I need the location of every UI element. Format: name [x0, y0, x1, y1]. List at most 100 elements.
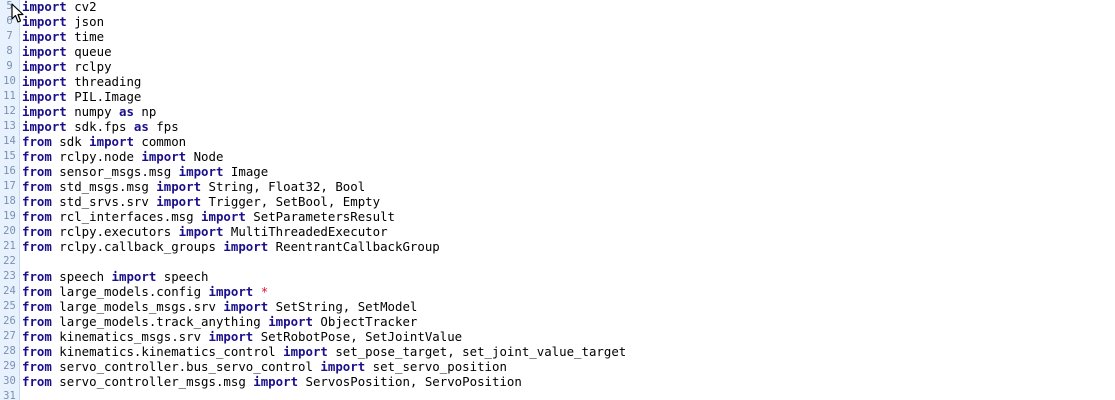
code-line[interactable]: 29 from servo_controller.bus_servo_contro… [0, 359, 1115, 374]
code-line[interactable]: 18 from std_srvs.srv import Trigger, SetB… [0, 194, 1115, 209]
keyword-token: import [89, 134, 134, 149]
plain-token: cv2 [66, 0, 97, 14]
keyword-token: import [178, 224, 224, 239]
keyword-token: import [22, 44, 67, 59]
keyword-token: from [22, 224, 52, 239]
keyword-token: from [22, 239, 52, 254]
keyword-token: import [253, 374, 299, 389]
keyword-token: import [156, 179, 202, 194]
line-number: 19 [3, 210, 16, 222]
keyword-token: as [133, 119, 149, 134]
code-editor[interactable]: 5 import cv2 6 import json 7 import time 8 impo… [0, 0, 1115, 400]
plain-token: large_models_msgs.srv [51, 299, 224, 314]
code-text: from sdk import common [22, 134, 186, 149]
line-number: 11 [3, 90, 16, 102]
code-line[interactable]: 7 import time [0, 29, 1115, 44]
code-line[interactable]: 12 import numpy as np [0, 104, 1115, 119]
keyword-token: import [268, 314, 313, 329]
code-line[interactable]: 28 from kinematics.kinematics_control imp… [0, 344, 1115, 359]
code-text: from kinematics_msgs.srv import SetRobot… [22, 329, 462, 344]
keyword-token: from [22, 194, 52, 209]
code-line[interactable]: 30 from servo_controller_msgs.msg import … [0, 374, 1115, 389]
code-text: from large_models.config import * [22, 284, 268, 299]
line-number: 21 [3, 240, 16, 252]
plain-token: fps [148, 119, 179, 134]
operator-token: * [260, 284, 269, 299]
line-number: 15 [3, 150, 16, 162]
plain-token: numpy [66, 104, 119, 119]
keyword-token: import [320, 359, 366, 374]
code-line[interactable]: 8 import queue [0, 44, 1115, 59]
plain-token: queue [66, 44, 112, 59]
plain-token: common [133, 134, 187, 149]
plain-token: speech [51, 269, 112, 284]
keyword-token: import [208, 284, 254, 299]
plain-token: set_pose_target, set_joint_value_target [327, 344, 627, 359]
keyword-token: import [223, 239, 269, 254]
code-line[interactable]: 16 from sensor_msgs.msg import Image [0, 164, 1115, 179]
plain-token: SetRobotPose, SetJointValue [253, 329, 463, 344]
keyword-token: import [22, 59, 67, 74]
line-number: 28 [3, 345, 16, 357]
code-text: import queue [22, 44, 112, 59]
line-number: 7 [6, 30, 13, 42]
line-number: 27 [3, 330, 16, 342]
line-number: 16 [3, 165, 16, 177]
keyword-token: import [22, 74, 67, 89]
keyword-token: from [22, 209, 52, 224]
keyword-token: from [22, 359, 52, 374]
code-text: from std_srvs.srv import Trigger, SetBoo… [22, 194, 380, 209]
plain-token: threading [66, 74, 142, 89]
code-line[interactable]: 13 import sdk.fps as fps [0, 119, 1115, 134]
line-number: 17 [3, 180, 16, 192]
code-line[interactable]: 10 import threading [0, 74, 1115, 89]
keyword-token: import [22, 29, 67, 44]
code-line[interactable]: 23 from speech import speech [0, 269, 1115, 284]
plain-token: rclpy [66, 59, 112, 74]
code-line[interactable]: 19 from rcl_interfaces.msg import SetPara… [0, 209, 1115, 224]
code-line[interactable]: 31 [0, 389, 1115, 400]
plain-token: servo_controller.bus_servo_control [51, 359, 321, 374]
code-text: from rcl_interfaces.msg import SetParame… [22, 209, 395, 224]
code-line[interactable]: 9 import rclpy [0, 59, 1115, 74]
plain-token: ServosPosition, ServoPosition [298, 374, 522, 389]
keyword-token: from [22, 374, 52, 389]
code-line[interactable]: 5 import cv2 [0, 0, 1115, 14]
code-line[interactable]: 26 from large_models.track_anything impor… [0, 314, 1115, 329]
code-line[interactable]: 21 from rclpy.callback_groups import Reen… [0, 239, 1115, 254]
code-line[interactable]: 15 from rclpy.node import Node [0, 149, 1115, 164]
code-line[interactable]: 20 from rclpy.executors import MultiThrea… [0, 224, 1115, 239]
keyword-token: import [223, 299, 269, 314]
plain-token: kinematics_msgs.srv [51, 329, 209, 344]
code-text: import time [22, 29, 104, 44]
keyword-token: import [201, 209, 246, 224]
line-number: 13 [3, 120, 16, 132]
keyword-token: from [22, 179, 52, 194]
plain-token: servo_controller_msgs.msg [51, 374, 254, 389]
plain-token: SetString, SetModel [268, 299, 418, 314]
plain-token: MultiThreadedExecutor [223, 224, 388, 239]
code-line[interactable]: 22 [0, 254, 1115, 269]
code-line[interactable]: 25 from large_models_msgs.srv import SetS… [0, 299, 1115, 314]
keyword-token: import [178, 164, 224, 179]
keyword-token: from [22, 284, 52, 299]
code-line[interactable]: 14 from sdk import common [0, 134, 1115, 149]
keyword-token: import [156, 194, 202, 209]
code-line[interactable]: 11 import PIL.Image [0, 89, 1115, 104]
code-text: import json [22, 14, 104, 29]
line-number: 20 [3, 225, 16, 237]
code-line[interactable]: 27 from kinematics_msgs.srv import SetRob… [0, 329, 1115, 344]
line-number: 9 [6, 60, 13, 72]
code-line[interactable]: 6 import json [0, 14, 1115, 29]
keyword-token: import [283, 344, 328, 359]
keyword-token: import [22, 104, 67, 119]
plain-token: sdk [51, 134, 90, 149]
plain-token: rclpy.callback_groups [51, 239, 224, 254]
code-line[interactable]: 24 from large_models.config import * [0, 284, 1115, 299]
plain-token: large_models.config [51, 284, 209, 299]
mouse-pointer-icon [11, 3, 24, 23]
code-text: from std_msgs.msg import String, Float32… [22, 179, 365, 194]
code-line[interactable]: 17 from std_msgs.msg import String, Float… [0, 179, 1115, 194]
code-text: from servo_controller.bus_servo_control … [22, 359, 507, 374]
line-number: 24 [3, 285, 16, 297]
